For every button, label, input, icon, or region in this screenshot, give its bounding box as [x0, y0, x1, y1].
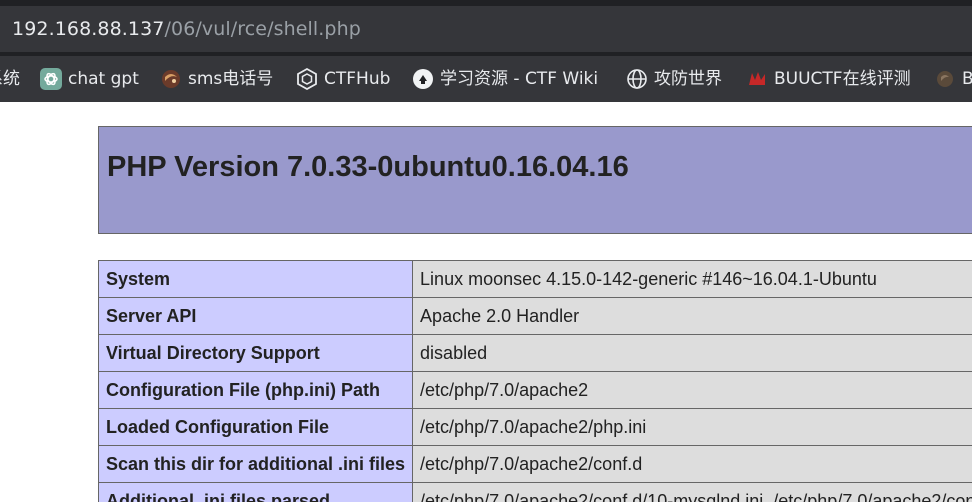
bookmark-label: sms电话号: [188, 69, 274, 89]
url-host: 192.168.88.137: [12, 18, 165, 40]
row-key: Configuration File (php.ini) Path: [97, 371, 414, 409]
sms-logo-icon: [160, 68, 182, 90]
bookmark-icon: [934, 68, 956, 90]
bookmark-ctf-wiki[interactable]: 学习资源 - CTF Wiki: [412, 56, 598, 102]
table-row: Scan this dir for additional .ini files …: [97, 445, 972, 483]
bookmark-system[interactable]: 系统: [0, 56, 20, 102]
table-row: Server API Apache 2.0 Handler: [97, 297, 972, 335]
bookmark-chat-gpt[interactable]: chat gpt: [40, 56, 139, 102]
bookmark-truncated[interactable]: B: [934, 56, 972, 102]
bookmark-sms[interactable]: sms电话号: [160, 56, 273, 102]
browser-toolbar: 192.168.88.137/06/vul/rce/shell.php: [0, 0, 972, 56]
globe-icon: [626, 68, 648, 90]
bookmarks-bar: 系统 chat gpt sms电话号: [0, 56, 972, 102]
ctf-wiki-icon: [412, 68, 434, 90]
table-row: Loaded Configuration File /etc/php/7.0/a…: [97, 408, 972, 446]
bookmark-buuctf[interactable]: BUUCTF在线评测: [746, 56, 911, 102]
row-value: /etc/php/7.0/apache2/php.ini: [412, 408, 972, 446]
table-row: Additional .ini files parsed /etc/php/7.…: [97, 482, 972, 502]
page-content: PHP Version 7.0.33-0ubuntu0.16.04.16 Sys…: [0, 102, 972, 502]
phpinfo-table: System Linux moonsec 4.15.0-142-generic …: [97, 260, 972, 502]
row-value: /etc/php/7.0/apache2/conf.d: [412, 445, 972, 483]
row-value: disabled: [412, 334, 972, 372]
buuctf-icon: [746, 68, 768, 90]
bookmark-label: BUUCTF在线评测: [774, 69, 911, 89]
bookmark-label: CTFHub: [324, 69, 391, 89]
bookmark-ctfhub[interactable]: CTFHub: [296, 56, 390, 102]
row-key: Scan this dir for additional .ini files: [97, 445, 414, 483]
row-key: System: [97, 260, 414, 298]
bookmark-label: 系统: [0, 69, 20, 89]
ctfhub-icon: [296, 68, 318, 90]
url-text[interactable]: 192.168.88.137/06/vul/rce/shell.php: [12, 6, 361, 52]
table-row: Configuration File (php.ini) Path /etc/p…: [97, 371, 972, 409]
row-key: Additional .ini files parsed: [97, 482, 414, 502]
row-key: Server API: [97, 297, 414, 335]
bookmark-label: chat gpt: [68, 69, 139, 89]
bookmark-label: B: [962, 69, 972, 89]
bookmark-label: 攻防世界: [654, 69, 722, 89]
page-title: PHP Version 7.0.33-0ubuntu0.16.04.16: [107, 151, 629, 183]
row-key: Virtual Directory Support: [97, 334, 414, 372]
table-row: System Linux moonsec 4.15.0-142-generic …: [97, 260, 972, 298]
chatgpt-icon: [40, 68, 62, 90]
php-version-banner: PHP Version 7.0.33-0ubuntu0.16.04.16: [98, 126, 972, 234]
url-path: /06/vul/rce/shell.php: [164, 18, 361, 40]
row-value: Linux moonsec 4.15.0-142-generic #146~16…: [412, 260, 972, 298]
row-key: Loaded Configuration File: [97, 408, 414, 446]
row-value: /etc/php/7.0/apache2: [412, 371, 972, 409]
bookmark-label: 学习资源 - CTF Wiki: [440, 69, 599, 89]
row-value: Apache 2.0 Handler: [412, 297, 972, 335]
table-row: Virtual Directory Support disabled: [97, 334, 972, 372]
address-bar[interactable]: 192.168.88.137/06/vul/rce/shell.php: [0, 6, 972, 52]
bookmark-gongfang[interactable]: 攻防世界: [626, 56, 722, 102]
row-value: /etc/php/7.0/apache2/conf.d/10-mysqlnd.i…: [412, 482, 972, 502]
